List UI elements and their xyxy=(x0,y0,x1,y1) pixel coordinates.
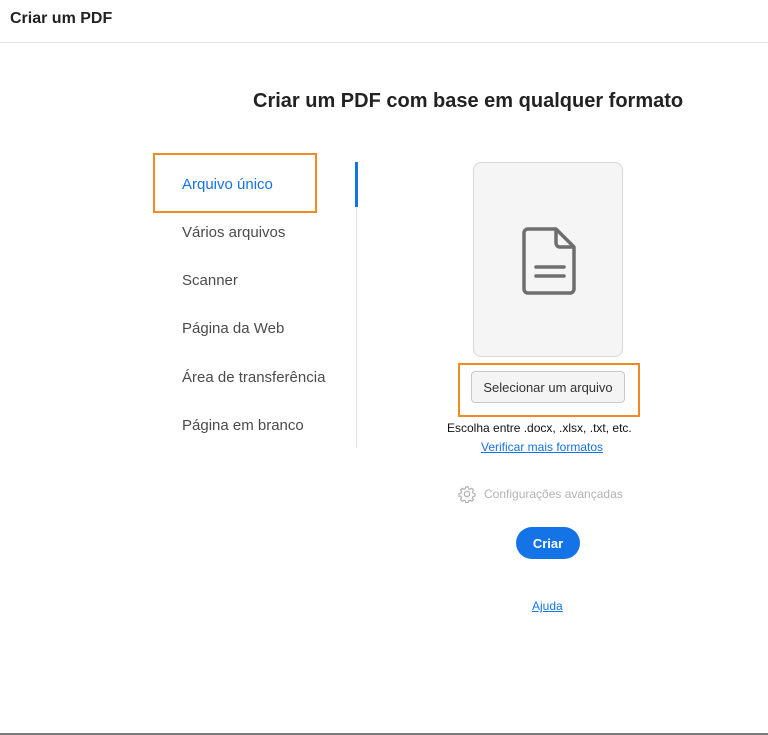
page-heading: Criar um PDF com base em qualquer format… xyxy=(253,90,684,112)
help-link[interactable]: Ajuda xyxy=(532,599,563,613)
formats-hint-text: Escolha entre .docx, .xlsx, .txt, etc. xyxy=(447,421,632,435)
create-button[interactable]: Criar xyxy=(516,527,580,559)
advanced-settings[interactable]: Configurações avançadas xyxy=(458,485,623,503)
nav-active-indicator xyxy=(355,162,358,207)
nav-item-arquivo-unico[interactable]: Arquivo único xyxy=(182,176,273,193)
document-icon xyxy=(522,227,576,295)
nav-item-varios-arquivos[interactable]: Vários arquivos xyxy=(182,224,285,241)
nav-item-pagina-web[interactable]: Página da Web xyxy=(182,320,284,337)
more-formats-link[interactable]: Verificar mais formatos xyxy=(481,440,603,454)
gear-icon xyxy=(458,486,476,503)
advanced-settings-label: Configurações avançadas xyxy=(484,487,623,501)
select-file-button[interactable]: Selecionar um arquivo xyxy=(471,371,625,403)
window-title: Criar um PDF xyxy=(10,10,113,27)
nav-item-scanner[interactable]: Scanner xyxy=(182,272,238,289)
title-bar: Criar um PDF xyxy=(0,0,768,43)
nav-item-pagina-branco[interactable]: Página em branco xyxy=(182,417,304,434)
nav-item-area-transferencia[interactable]: Área de transferência xyxy=(182,369,325,386)
file-drop-zone[interactable] xyxy=(473,162,623,357)
